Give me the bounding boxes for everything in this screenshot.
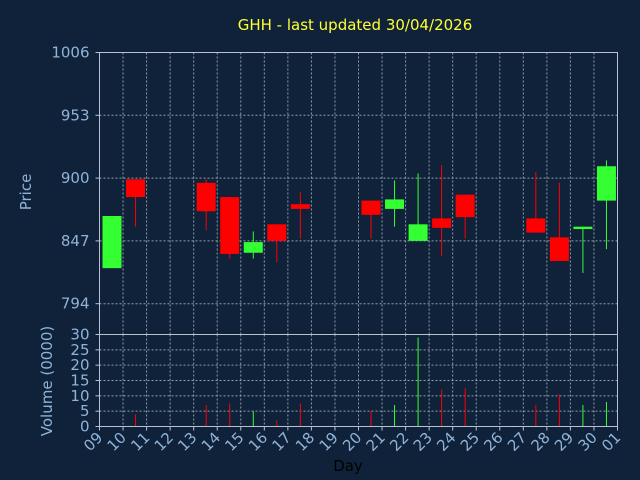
price-tick-label: 794	[61, 295, 90, 313]
x-tick-label: 22	[386, 429, 412, 455]
candle-body	[126, 179, 146, 198]
x-tick-label: 30	[575, 429, 601, 455]
x-tick-label: 01	[598, 429, 624, 455]
x-tick-label: 20	[339, 429, 365, 455]
x-tick-label: 14	[198, 429, 224, 455]
price-panel: 1006 953 900 847 794	[51, 44, 618, 335]
candle-body	[596, 166, 616, 201]
candle-body	[102, 216, 122, 269]
candle-body	[573, 226, 593, 230]
x-tick-label: 19	[316, 429, 342, 455]
x-tick-label: 21	[363, 429, 389, 455]
x-axis-label: Day	[333, 457, 363, 475]
candle-body	[267, 224, 287, 241]
candle-body	[220, 197, 240, 254]
candle-body	[290, 204, 310, 209]
candle-body	[455, 194, 475, 218]
x-tick-label: 26	[480, 429, 506, 455]
x-tick-label: 15	[221, 429, 247, 455]
x-tick-label: 12	[151, 429, 177, 455]
candle-body	[243, 242, 263, 253]
candle-body	[408, 224, 428, 241]
x-tick-label: 11	[127, 429, 153, 455]
volume-panel: 302520151050	[70, 326, 618, 436]
x-tick-label: 27	[504, 429, 530, 455]
x-tick-label: 29	[551, 429, 577, 455]
candle-body	[361, 200, 381, 215]
x-tick-label: 23	[410, 429, 436, 455]
candle-body	[549, 237, 569, 262]
price-axis-label: Price	[17, 174, 35, 211]
x-tick-label: 24	[433, 429, 459, 455]
price-tick-label: 953	[61, 106, 90, 124]
candle-body	[385, 199, 405, 209]
x-tick-label: 13	[174, 429, 200, 455]
price-tick-label: 1006	[51, 44, 89, 62]
volume-axis-label: Volume (0000)	[38, 326, 56, 436]
x-tick-label: 17	[268, 429, 294, 455]
x-tick-label: 10	[104, 429, 130, 455]
candlestick-chart: GHH - last updated 30/04/2026 1006 953 900…	[17, 16, 624, 475]
price-tick-label: 900	[61, 169, 90, 187]
x-tick-label: 28	[527, 429, 553, 455]
candle-body	[196, 182, 216, 212]
price-tick-label: 847	[61, 232, 90, 250]
x-tick-label: 18	[292, 429, 318, 455]
x-tick-label: 25	[457, 429, 483, 455]
candle-body	[432, 218, 452, 228]
candle-body	[526, 218, 546, 233]
chart-title: GHH - last updated 30/04/2026	[238, 16, 473, 34]
x-tick-label: 16	[245, 429, 271, 455]
